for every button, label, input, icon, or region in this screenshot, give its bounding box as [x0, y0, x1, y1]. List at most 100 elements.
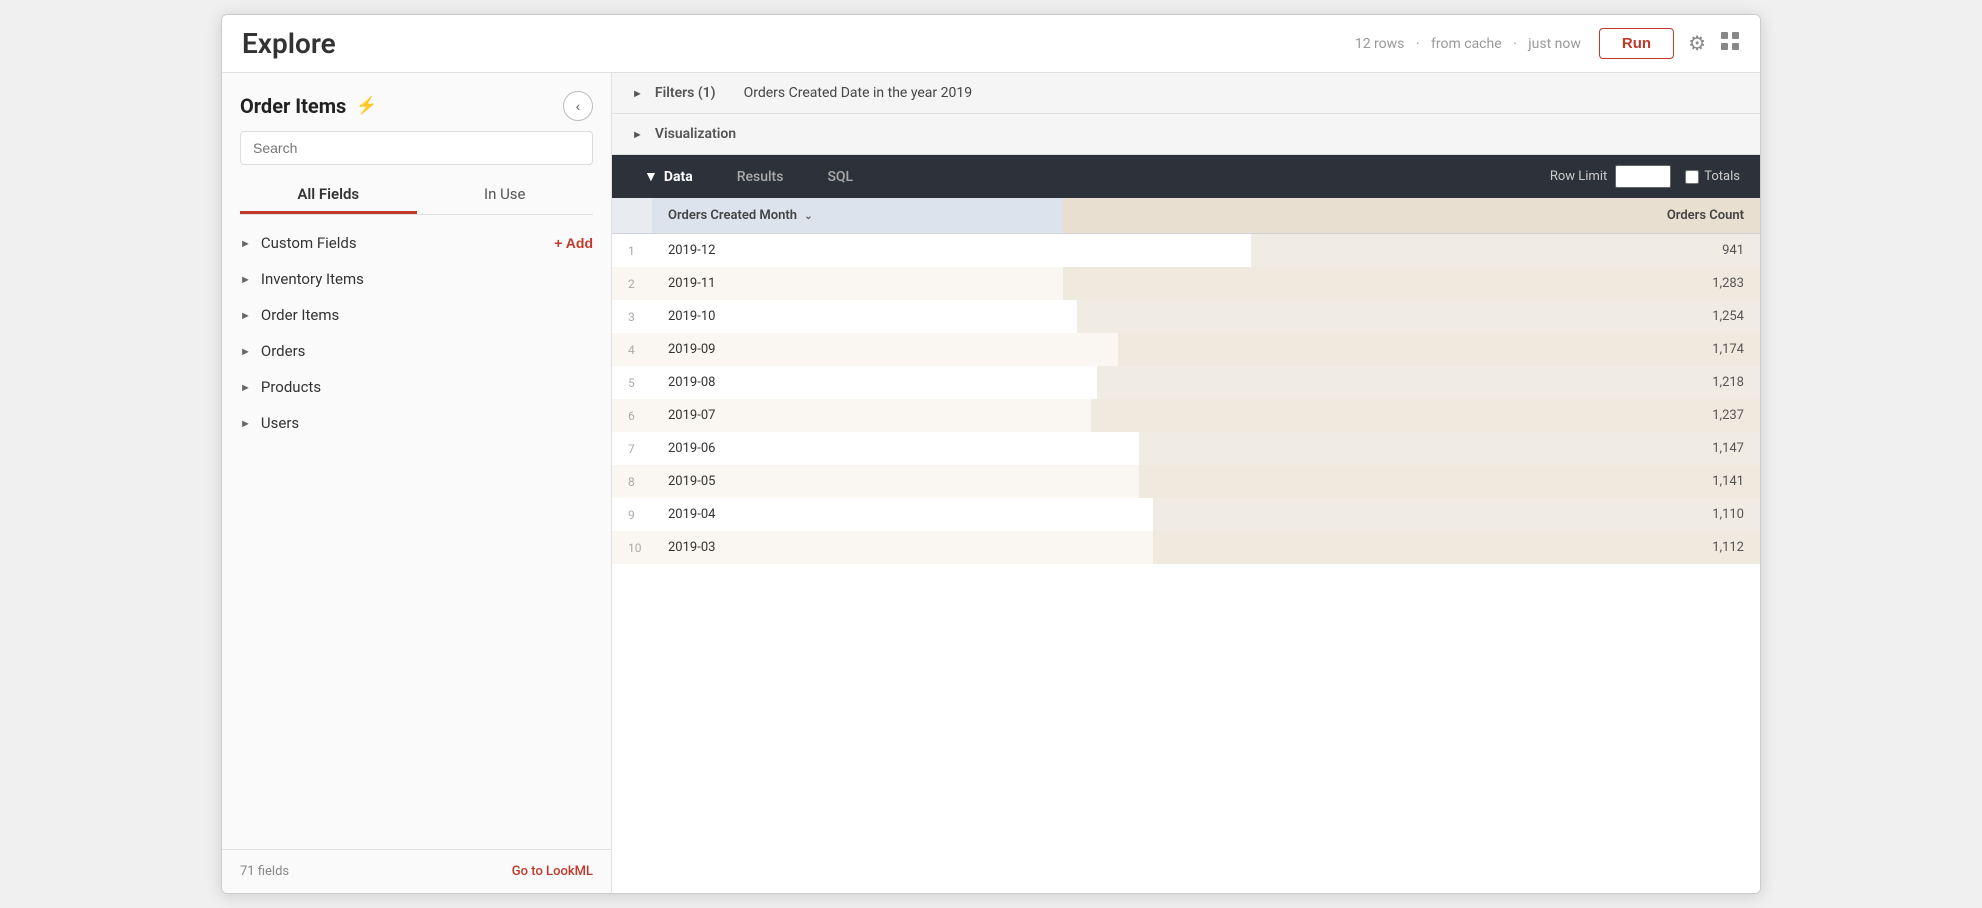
table-row: 3 2019-10 1,254 [612, 300, 1760, 333]
chevron-right-icon: ► [240, 237, 251, 250]
row-count: 1,283 [1063, 267, 1760, 300]
field-list: ► Custom Fields + Add ► Inventory Items [222, 215, 611, 849]
col-orders-month-header[interactable]: Orders Created Month ⌄ [652, 198, 1063, 234]
row-month: 2019-06 [652, 432, 1063, 465]
top-bar: Explore 12 rows · from cache · just now … [222, 15, 1760, 73]
group-products-label: Products [261, 378, 321, 396]
data-table-container: Orders Created Month ⌄ Orders Count 1 20… [612, 198, 1760, 893]
table-row: 4 2019-09 1,174 [612, 333, 1760, 366]
totals-label: Totals [1704, 169, 1740, 184]
row-number: 1 [612, 234, 652, 268]
group-order-items-header[interactable]: ► Order Items [222, 297, 611, 333]
sidebar-title: Order Items [240, 94, 346, 118]
table-row: 2 2019-11 1,283 [612, 267, 1760, 300]
meta-info: 12 rows · from cache · just now [1351, 36, 1585, 52]
row-count: 1,110 [1063, 498, 1760, 531]
meta-time: just now [1528, 36, 1581, 52]
row-number: 4 [612, 333, 652, 366]
table-row: 7 2019-06 1,147 [612, 432, 1760, 465]
table-row: 10 2019-03 1,112 [612, 531, 1760, 564]
group-inventory-items: ► Inventory Items [222, 261, 611, 297]
sort-icon: ⌄ [804, 211, 812, 222]
chevron-right-icon: ► [240, 273, 251, 286]
chevron-right-icon: ► [240, 417, 251, 430]
filter-bar: ► Filters (1) Orders Created Date in the… [612, 73, 1760, 114]
sidebar: Order Items ⚡ ‹ All Fields In Use [222, 73, 612, 893]
row-number: 8 [612, 465, 652, 498]
col-orders-count-header[interactable]: Orders Count [1063, 198, 1760, 234]
row-month: 2019-03 [652, 531, 1063, 564]
page-title: Explore [242, 27, 336, 60]
tab-all-fields[interactable]: All Fields [240, 175, 417, 214]
row-month: 2019-11 [652, 267, 1063, 300]
tab-results[interactable]: Results [715, 156, 806, 198]
group-users-header[interactable]: ► Users [222, 405, 611, 441]
row-limit-label: Row Limit [1550, 169, 1607, 184]
row-number: 3 [612, 300, 652, 333]
data-table: Orders Created Month ⌄ Orders Count 1 20… [612, 198, 1760, 564]
row-count: 1,237 [1063, 399, 1760, 432]
group-order-items-label: Order Items [261, 306, 339, 324]
row-num-header [612, 198, 652, 234]
sidebar-header: Order Items ⚡ ‹ [222, 73, 611, 131]
row-month: 2019-05 [652, 465, 1063, 498]
top-bar-right: 12 rows · from cache · just now Run ⚙ [1351, 28, 1740, 59]
meta-rows: 12 rows [1355, 36, 1405, 52]
row-month: 2019-09 [652, 333, 1063, 366]
sidebar-footer: 71 fields Go to LookML [222, 849, 611, 893]
settings-icon[interactable]: ⚙ [1688, 31, 1706, 56]
row-count: 941 [1063, 234, 1760, 268]
fields-count: 71 fields [240, 864, 289, 879]
data-area: ▼ Data Results SQL Row Limit [612, 155, 1760, 893]
filter-toggle-icon[interactable]: ► [632, 87, 643, 100]
group-order-items: ► Order Items [222, 297, 611, 333]
group-products-header[interactable]: ► Products [222, 369, 611, 405]
table-row: 1 2019-12 941 [612, 234, 1760, 268]
row-month: 2019-10 [652, 300, 1063, 333]
lightning-icon: ⚡ [356, 96, 377, 116]
search-input[interactable] [240, 131, 593, 165]
content-area: ► Filters (1) Orders Created Date in the… [612, 73, 1760, 893]
row-count: 1,141 [1063, 465, 1760, 498]
group-orders: ► Orders [222, 333, 611, 369]
sidebar-title-row: Order Items ⚡ [240, 94, 377, 118]
collapse-sidebar-button[interactable]: ‹ [563, 91, 593, 121]
row-month: 2019-07 [652, 399, 1063, 432]
row-number: 10 [612, 531, 652, 564]
group-custom-fields: ► Custom Fields + Add [222, 225, 611, 261]
row-number: 9 [612, 498, 652, 531]
chevron-right-icon: ► [240, 345, 251, 358]
go-to-lookml-link[interactable]: Go to LookML [512, 864, 593, 879]
data-tabs: ▼ Data Results SQL Row Limit [612, 155, 1760, 198]
tab-data[interactable]: ▼ Data [622, 155, 715, 198]
tab-sql[interactable]: SQL [805, 156, 875, 198]
chevron-right-icon: ► [240, 381, 251, 394]
row-count: 1,254 [1063, 300, 1760, 333]
viz-toggle-icon[interactable]: ► [632, 128, 643, 141]
chevron-right-icon: ► [240, 309, 251, 322]
filter-label[interactable]: Filters (1) [655, 85, 716, 101]
group-users: ► Users [222, 405, 611, 441]
run-button[interactable]: Run [1599, 28, 1674, 59]
table-body: 1 2019-12 941 2 2019-11 1,283 3 2019-10 … [612, 234, 1760, 565]
group-inventory-items-header[interactable]: ► Inventory Items [222, 261, 611, 297]
table-row: 9 2019-04 1,110 [612, 498, 1760, 531]
add-custom-field-button[interactable]: + Add [554, 235, 593, 251]
app-window: Explore 12 rows · from cache · just now … [221, 14, 1761, 894]
table-header-row: Orders Created Month ⌄ Orders Count [612, 198, 1760, 234]
row-count: 1,218 [1063, 366, 1760, 399]
row-month: 2019-08 [652, 366, 1063, 399]
viz-label[interactable]: Visualization [655, 126, 736, 142]
tab-in-use[interactable]: In Use [417, 175, 594, 214]
group-orders-header[interactable]: ► Orders [222, 333, 611, 369]
filter-value: Orders Created Date in the year 2019 [744, 85, 972, 101]
row-number: 6 [612, 399, 652, 432]
group-orders-label: Orders [261, 342, 306, 360]
row-limit-input[interactable] [1615, 165, 1671, 188]
tab-data-arrow: ▼ [644, 168, 658, 185]
grid-view-icon[interactable] [1720, 31, 1740, 56]
table-row: 8 2019-05 1,141 [612, 465, 1760, 498]
totals-checkbox[interactable] [1685, 170, 1699, 184]
group-custom-fields-header[interactable]: ► Custom Fields + Add [222, 225, 611, 261]
row-number: 2 [612, 267, 652, 300]
